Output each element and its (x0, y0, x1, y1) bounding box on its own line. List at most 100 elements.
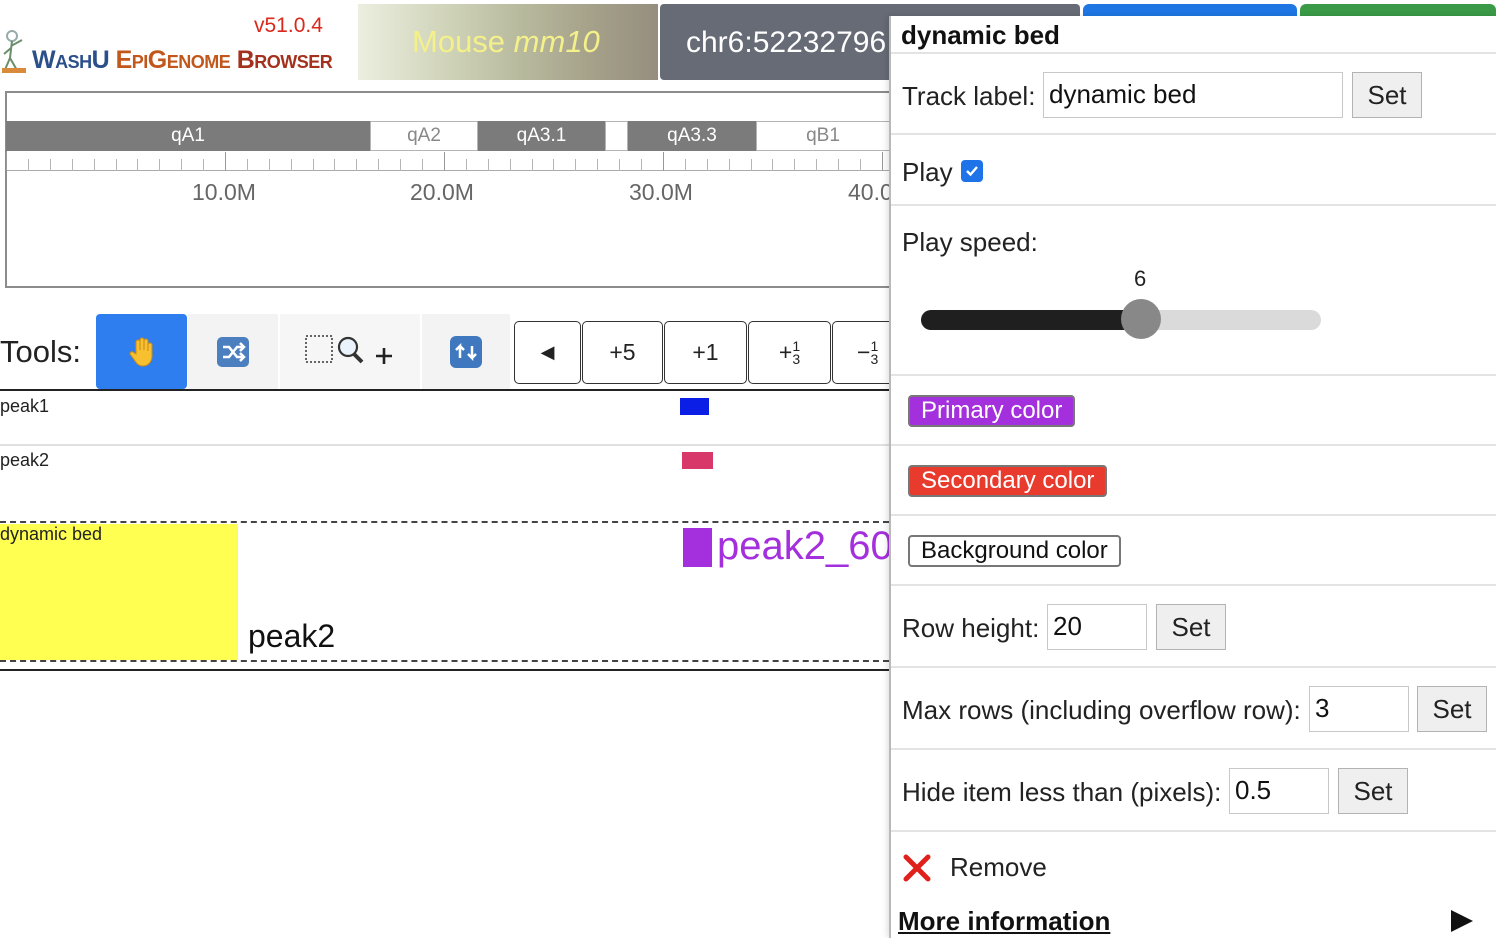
zoom-out-1-button[interactable]: +1 (664, 321, 747, 384)
track-label-peak2: peak2 (0, 450, 50, 470)
ruler-label-30m: 30.0M (629, 179, 693, 205)
play-speed-value: 6 (1134, 266, 1147, 291)
tracks-top-border (0, 389, 889, 391)
track-label-input[interactable]: dynamic bed (1043, 72, 1343, 118)
hide-item-input[interactable]: 0.5 (1229, 768, 1329, 814)
ruler-tick (619, 159, 620, 171)
play-speed-slider-thumb[interactable] (1121, 299, 1161, 339)
track-label-label: Track label: (902, 81, 1036, 111)
hand-icon (129, 337, 152, 367)
ruler-tick (575, 159, 576, 171)
ruler-tick (291, 159, 292, 171)
panel-divider (891, 666, 1496, 668)
panel-divider (891, 133, 1496, 135)
ruler-tick (247, 159, 248, 171)
panel-divider (891, 748, 1496, 750)
band-qA3-2 (605, 121, 628, 151)
dynamic-bed-feature-label: peak2_60 (717, 524, 893, 568)
ruler-tick (50, 159, 51, 171)
ruler-tick (729, 159, 730, 171)
dynamic-bed-feature[interactable] (683, 528, 712, 567)
ruler-tick (203, 159, 204, 171)
ruler-tick (772, 159, 773, 171)
ruler-tick (663, 152, 664, 171)
dynamic-bed-item-label: peak2 (248, 618, 336, 654)
band-qB1: qB1 (756, 121, 890, 151)
reorder-tool-button[interactable] (188, 314, 278, 389)
max-rows-set-button[interactable]: Set (1417, 686, 1487, 732)
panel-divider (891, 52, 1496, 54)
ruler-tick (313, 159, 314, 171)
play-checkbox[interactable] (961, 160, 983, 182)
zoom-region-tool-button[interactable] (280, 314, 420, 389)
ruler-axis (6, 170, 890, 171)
tracks-bottom-border (0, 669, 889, 671)
selected-track-top-border (0, 521, 889, 523)
reload-tool-button[interactable] (422, 314, 510, 389)
zoom-select-icon (305, 334, 392, 364)
ruler-tick (860, 159, 861, 171)
ruler-tick (356, 159, 357, 171)
ruler-tick (751, 159, 752, 171)
panel-divider (891, 584, 1496, 586)
panel-divider (891, 204, 1496, 206)
ruler-tick (28, 159, 29, 171)
row-height-label: Row height: (902, 613, 1040, 643)
pan-tool-button[interactable] (96, 314, 187, 389)
ruler-tick (334, 159, 335, 171)
ruler-tick (116, 159, 117, 171)
hide-item-set-button[interactable]: Set (1338, 768, 1408, 814)
zoom-out-third-button[interactable]: +1 3 (748, 321, 831, 384)
ruler-tick (378, 159, 379, 171)
ruler-tick (466, 159, 467, 171)
peak1-feature[interactable] (680, 398, 709, 415)
panel-divider (891, 374, 1496, 376)
logo-figure-icon (2, 30, 26, 73)
max-rows-label: Max rows (including overflow row): (902, 695, 1301, 725)
app-logo[interactable]: v51.0.4 WashU EpiGenome Browser (0, 6, 356, 82)
caret-left-icon: ◀ (540, 342, 555, 362)
primary-color-button[interactable]: Primary color (908, 395, 1076, 427)
row-height-set-button[interactable]: Set (1156, 604, 1226, 650)
ruler-tick (137, 159, 138, 171)
ruler-tick (181, 159, 182, 171)
ruler-label-20m: 20.0M (410, 179, 474, 205)
zoom-out-5-button[interactable]: +5 (582, 321, 663, 384)
track-label-set-button[interactable]: Set (1352, 72, 1422, 118)
app-version: v51.0.4 (254, 14, 323, 37)
ruler-label-10m: 10.0M (192, 179, 256, 205)
remove-label: Remove (950, 852, 1047, 882)
ruler-tick (422, 159, 423, 171)
ruler-tick (707, 159, 708, 171)
checkmark-icon (966, 166, 978, 177)
tools-label: Tools: (0, 334, 81, 369)
panel-divider (891, 444, 1496, 446)
refresh-icon (450, 335, 482, 368)
ruler-tick (685, 159, 686, 171)
genome-selector[interactable]: Mouse mm10 (358, 4, 658, 80)
band-qA3-3: qA3.3 (628, 121, 756, 151)
ruler-tick (72, 159, 73, 171)
ruler-tick (94, 159, 95, 171)
more-information-link[interactable]: More information (898, 906, 1110, 937)
ruler-tick (269, 159, 270, 171)
peak2-feature[interactable] (682, 452, 713, 469)
secondary-color-button[interactable]: Secondary color (908, 465, 1108, 497)
row-height-input[interactable]: 20 (1047, 604, 1147, 650)
background-color-button[interactable]: Background color (908, 535, 1121, 567)
ruler-tick (816, 159, 817, 171)
play-speed-label: Play speed: (902, 227, 1038, 257)
track-label-peak1: peak1 (0, 396, 50, 416)
pan-left-button[interactable]: ◀ (514, 321, 581, 384)
band-qA3-1: qA3.1 (478, 121, 605, 151)
ruler-tick (6, 152, 7, 171)
panel-divider (891, 514, 1496, 516)
ruler-tick (159, 159, 160, 171)
ruler-tick (400, 159, 401, 171)
track-divider (0, 444, 889, 446)
genome-label: Mouse mm10 (412, 24, 600, 59)
remove-track-button[interactable]: Remove (902, 852, 1047, 883)
max-rows-input[interactable]: 3 (1309, 686, 1409, 732)
expand-arrow-icon[interactable] (1451, 910, 1473, 932)
app-name: WashU EpiGenome Browser (32, 46, 333, 74)
